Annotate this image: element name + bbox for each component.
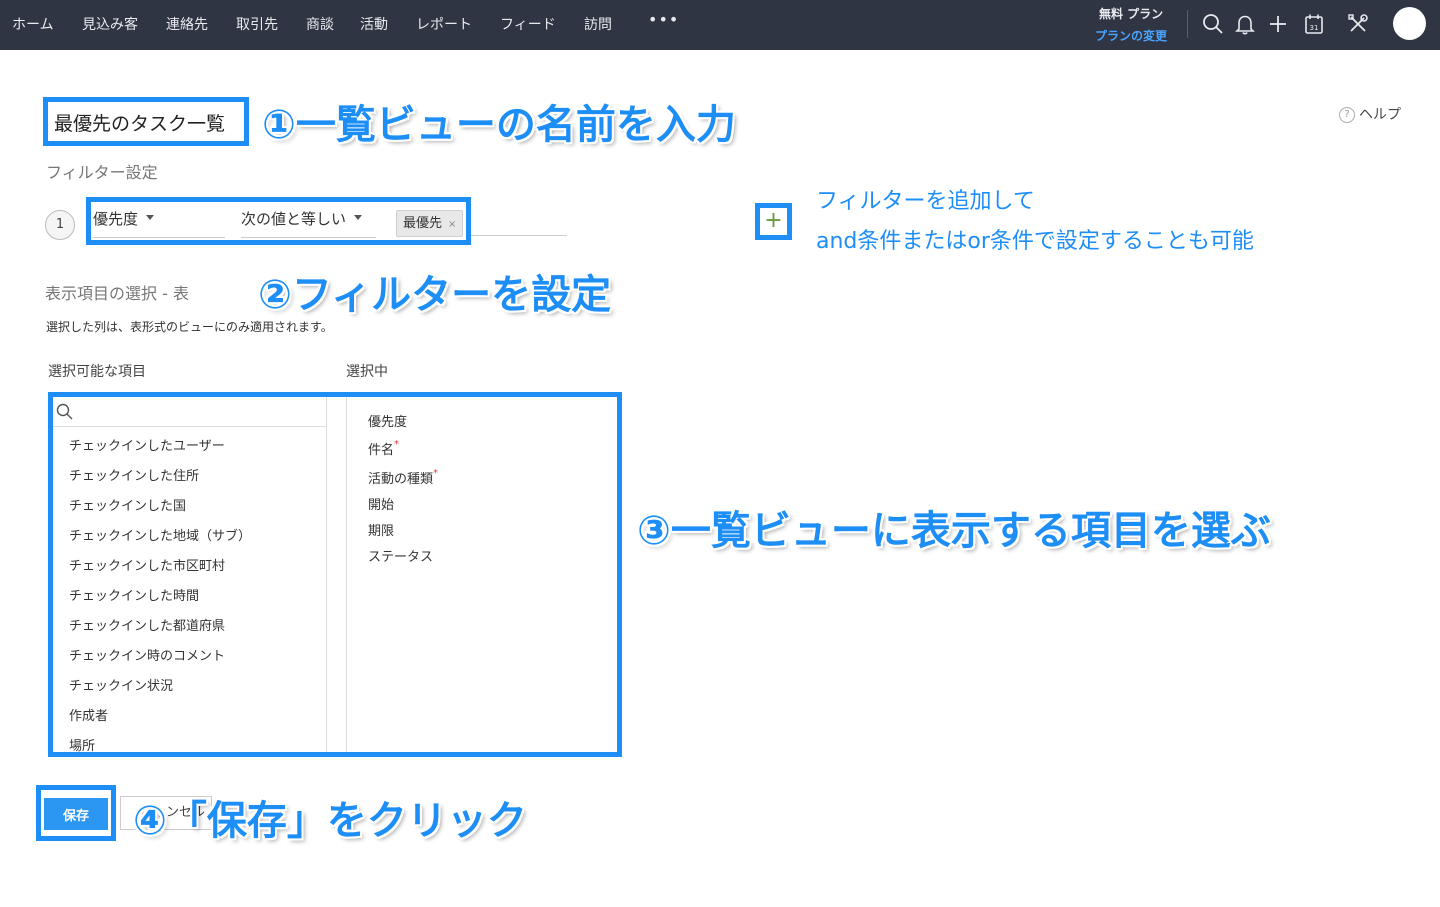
- selected-column-label: ステータス: [368, 550, 434, 565]
- available-column-item[interactable]: チェックインしたユーザー: [69, 435, 225, 454]
- column-list-divider: [327, 397, 347, 752]
- available-column-item[interactable]: チェックインした時間: [69, 585, 199, 604]
- available-column-item[interactable]: チェックインした市区町村: [69, 555, 225, 574]
- available-column-item[interactable]: 場所: [69, 735, 95, 752]
- filter-field-select[interactable]: 優先度: [93, 208, 225, 238]
- filter-field-value: 優先度: [93, 210, 139, 228]
- selected-column-label: 活動の種類: [368, 472, 434, 487]
- bell-icon[interactable]: [1232, 11, 1258, 37]
- search-icon: [56, 403, 73, 420]
- available-column-item[interactable]: チェックインした地域（サブ）: [69, 525, 251, 544]
- available-column-item[interactable]: 作成者: [69, 705, 108, 724]
- available-column-item[interactable]: チェックインした都道府県: [69, 615, 225, 634]
- help-label: ヘルプ: [1359, 107, 1401, 123]
- annotation-step-4: ④「保存」をクリック: [133, 798, 527, 844]
- annotation-filter-note-line2: and条件またはor条件で設定することも可能: [816, 229, 1254, 254]
- calendar-day: 31: [1310, 24, 1319, 32]
- available-column-item[interactable]: チェックインした国: [69, 495, 186, 514]
- help-icon: ?: [1339, 107, 1355, 123]
- nav-item-reports[interactable]: レポート: [416, 14, 472, 34]
- required-mark: *: [394, 439, 400, 450]
- available-column-item[interactable]: チェックイン時のコメント: [69, 645, 225, 664]
- user-avatar[interactable]: [1393, 7, 1426, 40]
- selected-column-label: 優先度: [368, 415, 408, 430]
- selected-column-item[interactable]: 優先度: [368, 411, 407, 430]
- column-picker-highlight: チェックインしたユーザー チェックインした住所 チェックインした国 チェックイン…: [48, 392, 622, 757]
- selected-column-item[interactable]: 期限: [368, 520, 394, 539]
- nav-divider: [1187, 10, 1188, 38]
- nav-item-accounts[interactable]: 取引先: [236, 14, 278, 34]
- nav-item-feeds[interactable]: フィード: [500, 14, 556, 34]
- view-name-input[interactable]: [54, 109, 240, 135]
- nav-item-contacts[interactable]: 連絡先: [166, 14, 208, 34]
- chip-remove-icon[interactable]: ×: [448, 219, 456, 230]
- selected-column-item[interactable]: 活動の種類*: [368, 468, 438, 487]
- annotation-step-3: ③一覧ビューに表示する項目を選ぶ: [637, 508, 1271, 554]
- calendar-icon[interactable]: 31: [1301, 11, 1327, 37]
- nav-item-visits[interactable]: 訪問: [584, 14, 612, 34]
- filter-row-number: 1: [45, 210, 75, 240]
- filter-section-title: フィルター設定: [46, 163, 158, 182]
- selected-columns-label: 選択中: [346, 364, 388, 380]
- selected-column-item[interactable]: 件名*: [368, 439, 399, 458]
- help-link[interactable]: ? ヘルプ: [1339, 104, 1401, 124]
- search-icon[interactable]: [1200, 11, 1226, 37]
- setup-tools-icon[interactable]: [1345, 11, 1371, 37]
- selected-column-label: 件名: [368, 443, 395, 458]
- chevron-down-icon: [354, 215, 363, 220]
- nav-item-activities[interactable]: 活動: [360, 14, 388, 34]
- nav-item-home[interactable]: ホーム: [12, 14, 54, 34]
- selected-column-item[interactable]: ステータス: [368, 546, 433, 565]
- chevron-down-icon: [146, 215, 155, 220]
- filter-row-highlight: 優先度 次の値と等しい 最優先 ×: [86, 197, 471, 245]
- available-column-item[interactable]: チェックイン状況: [69, 675, 173, 694]
- add-filter-button[interactable]: +: [755, 203, 792, 240]
- available-columns-list[interactable]: チェックインしたユーザー チェックインした住所 チェックインした国 チェックイン…: [53, 397, 327, 752]
- annotation-filter-note-line1: フィルターを追加して: [816, 189, 1035, 214]
- view-name-field-highlight: [43, 97, 249, 146]
- top-nav-bar: ホーム 見込み客 連絡先 取引先 商談 活動 レポート フィード 訪問 ••• …: [0, 0, 1440, 50]
- add-filter-plus-icon: +: [764, 208, 783, 233]
- selected-column-item[interactable]: 開始: [368, 494, 394, 513]
- nav-more-button[interactable]: •••: [648, 10, 679, 29]
- plan-name: 無料 プラン: [1099, 7, 1164, 21]
- columns-section-title: 表示項目の選択 - 表: [45, 284, 189, 303]
- columns-note: 選択した列は、表形式のビューにのみ適用されます。: [46, 320, 333, 334]
- nav-item-deals[interactable]: 商談: [306, 14, 334, 34]
- filter-operator-select[interactable]: 次の値と等しい: [241, 208, 376, 238]
- filter-value-input-line[interactable]: [471, 235, 567, 236]
- plus-icon[interactable]: [1265, 11, 1291, 37]
- filter-operator-value: 次の値と等しい: [241, 210, 347, 228]
- plan-change-link[interactable]: プランの変更: [1095, 27, 1167, 44]
- required-mark: *: [433, 468, 439, 479]
- filter-value-chip: 最優先 ×: [396, 210, 464, 237]
- save-button-highlight: 保存: [36, 785, 116, 841]
- nav-item-leads[interactable]: 見込み客: [82, 14, 138, 34]
- filter-value-label: 最優先: [403, 216, 443, 231]
- save-button[interactable]: 保存: [44, 798, 108, 830]
- column-search-input[interactable]: [53, 397, 326, 427]
- annotation-step-1: ①一覧ビューの名前を入力: [262, 102, 736, 148]
- available-columns-label: 選択可能な項目: [48, 364, 146, 380]
- selected-column-label: 開始: [368, 498, 395, 513]
- annotation-step-2: ②フィルターを設定: [258, 272, 612, 318]
- selected-column-label: 期限: [368, 524, 395, 539]
- available-column-item[interactable]: チェックインした住所: [69, 465, 199, 484]
